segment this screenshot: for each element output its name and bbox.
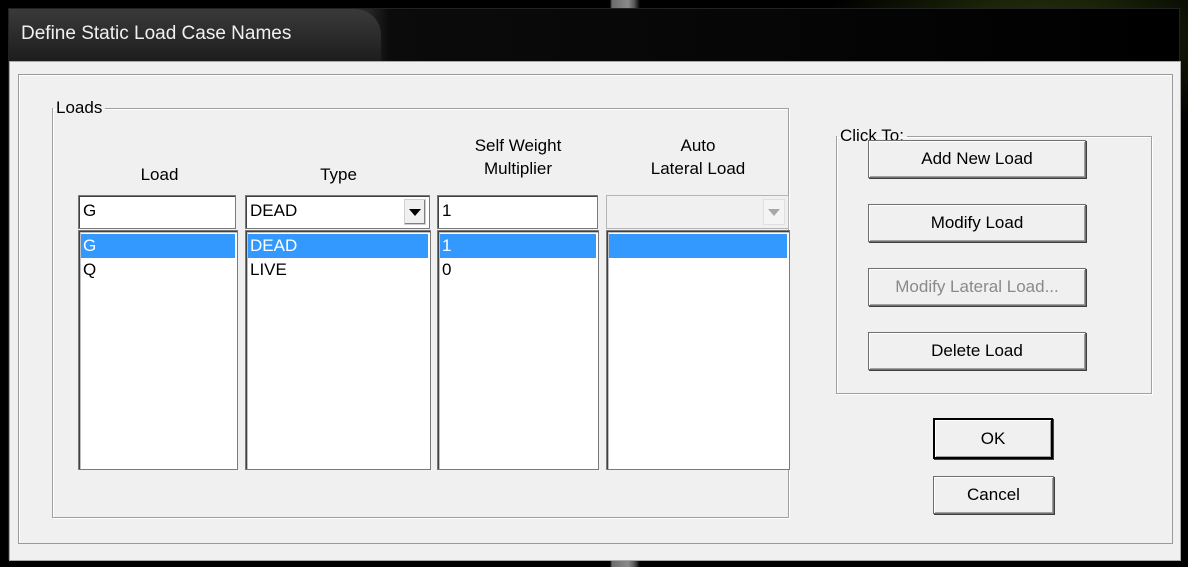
load-type-select[interactable]: DEAD	[245, 195, 430, 229]
load-column-header: Load	[140, 165, 179, 184]
auto-lateral-select	[606, 195, 789, 229]
list-item[interactable]	[609, 234, 787, 258]
list-item[interactable]: G	[81, 234, 235, 258]
title-bar[interactable]: Define Static Load Case Names	[9, 9, 1179, 61]
loads-group-legend: Loads	[56, 98, 103, 117]
chevron-down-icon	[763, 199, 785, 225]
load-name-input[interactable]: G	[78, 195, 236, 229]
type-column-header: Type	[320, 165, 357, 184]
list-item[interactable]: 1	[440, 234, 596, 258]
ok-button[interactable]: OK	[933, 418, 1053, 459]
type-list[interactable]: DEAD LIVE	[245, 230, 431, 470]
modify-load-button[interactable]: Modify Load	[868, 204, 1086, 242]
modify-lateral-load-button: Modify Lateral Load...	[868, 268, 1086, 306]
add-new-load-button[interactable]: Add New Load	[868, 140, 1086, 178]
delete-load-button[interactable]: Delete Load	[868, 332, 1086, 370]
self-weight-column-header: Self Weight Multiplier	[474, 136, 562, 178]
list-item[interactable]	[609, 258, 787, 282]
chevron-down-icon[interactable]	[404, 199, 426, 225]
auto-lateral-column-header: Auto Lateral Load	[650, 136, 746, 178]
list-item[interactable]: Q	[81, 258, 235, 282]
cancel-button[interactable]: Cancel	[933, 476, 1054, 514]
list-item[interactable]: 0	[440, 258, 596, 282]
list-item[interactable]: DEAD	[248, 234, 428, 258]
multiplier-list[interactable]: 1 0	[437, 230, 599, 470]
list-item[interactable]: LIVE	[248, 258, 428, 282]
auto-lateral-list[interactable]	[606, 230, 790, 470]
window-title: Define Static Load Case Names	[21, 23, 292, 44]
multiplier-input[interactable]: 1	[437, 195, 598, 229]
load-list[interactable]: G Q	[78, 230, 238, 470]
